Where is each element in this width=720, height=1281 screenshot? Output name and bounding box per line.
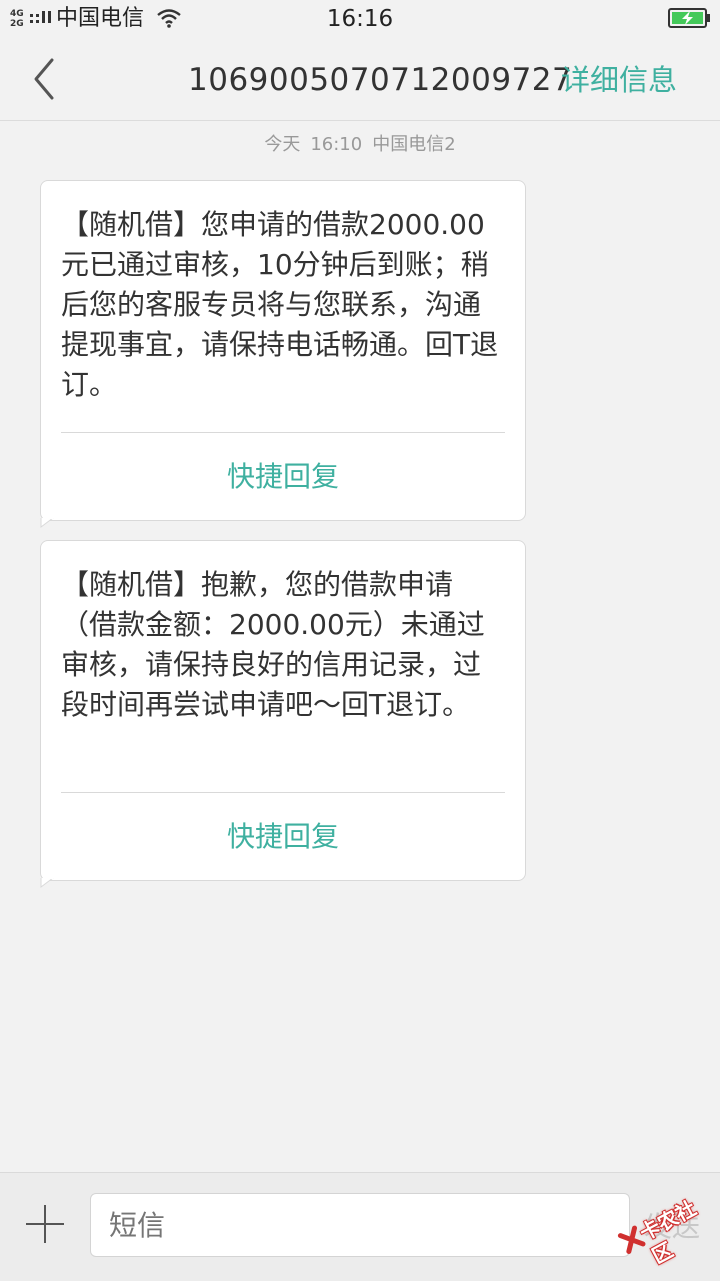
- sender-number: 1069005070712009727: [188, 62, 573, 98]
- message-text: 【随机借】抱歉，您的借款申请（借款金额：2000.00元）未通过审核，请保持良好…: [61, 568, 485, 721]
- timestamp-day: 今天: [264, 134, 301, 155]
- conversation-header: 1069005070712009727 详细信息: [0, 38, 720, 121]
- quick-reply-button[interactable]: 快捷回复: [41, 817, 525, 857]
- clock: 16:16: [326, 6, 394, 32]
- plus-icon[interactable]: [26, 1205, 64, 1243]
- message-bubble[interactable]: 【随机借】您申请的借款2000.00元已通过审核，10分钟后到账；稍后您的客服专…: [40, 180, 526, 528]
- sms-input[interactable]: [90, 1193, 630, 1257]
- status-bar: 4G 2G 中国电信 16:16: [0, 0, 720, 38]
- battery-charging-icon: [668, 8, 710, 28]
- timestamp-sim: 中国电信2: [372, 134, 456, 155]
- details-button[interactable]: 详细信息: [561, 60, 677, 100]
- divider: [61, 432, 505, 433]
- bubble-tail: [40, 878, 54, 888]
- timestamp-time: 16:10: [310, 134, 363, 155]
- message-timestamp: 今天 16:10 中国电信2: [0, 132, 720, 158]
- bubble-tail: [40, 518, 54, 528]
- divider: [61, 792, 505, 793]
- quick-reply-button[interactable]: 快捷回复: [41, 457, 525, 497]
- message-bubble[interactable]: 【随机借】抱歉，您的借款申请（借款金额：2000.00元）未通过审核，请保持良好…: [40, 540, 526, 888]
- chevron-left-icon[interactable]: [24, 56, 64, 102]
- message-text: 【随机借】您申请的借款2000.00元已通过审核，10分钟后到账；稍后您的客服专…: [61, 208, 499, 401]
